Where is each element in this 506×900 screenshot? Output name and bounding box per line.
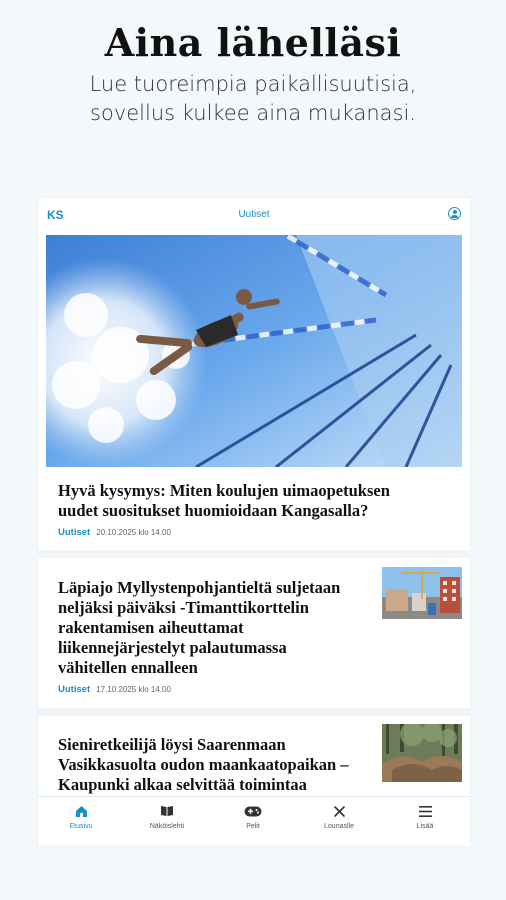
app-screen: KS Uutiset Hyvä kysymys: Miten koulujen … — [38, 198, 470, 846]
menu-icon — [382, 804, 468, 818]
home-icon — [38, 804, 124, 818]
article-3-image[interactable] — [382, 724, 462, 782]
gamepad-icon — [210, 804, 296, 818]
nav-label: Etusivu — [69, 823, 93, 830]
book-icon — [124, 804, 210, 818]
article-2-category[interactable]: Uutiset — [58, 684, 90, 695]
nav-item-nakoislehti[interactable]: Näköislehti — [124, 804, 210, 830]
article-2-headline[interactable]: Läpiajo Myllystenpohjantieltä suljetaan … — [58, 578, 358, 678]
swimmer-in-pool-illustration — [46, 235, 462, 467]
article-3-headline[interactable]: Sieniretkeilijä löysi Saarenmaan Vasikka… — [58, 735, 358, 795]
app-header: KS Uutiset — [38, 198, 470, 232]
promo-title: Aina lähelläsi — [104, 20, 402, 65]
bottom-navigation: Etusivu Näköislehti Pelit Lounaslle Lisä… — [38, 796, 470, 846]
article-2-image[interactable] — [382, 567, 462, 619]
forest-dirt-mounds-illustration — [382, 724, 462, 782]
nav-item-etusivu[interactable]: Etusivu — [38, 804, 124, 830]
nav-label: Lisää — [416, 823, 434, 830]
cutlery-icon — [296, 804, 382, 818]
promo-subtitle-line2: sovellus kulkee aina mukanasi. — [90, 101, 416, 125]
divider — [38, 708, 470, 716]
construction-site-illustration — [382, 567, 462, 619]
promo-subtitle: Lue tuoreimpia paikallisuutisia, sovellu… — [0, 70, 506, 128]
article-1-category[interactable]: Uutiset — [58, 527, 90, 538]
promo-subtitle-line1: Lue tuoreimpia paikallisuutisia, — [89, 72, 417, 96]
nav-item-lisaa[interactable]: Lisää — [382, 804, 468, 830]
nav-item-pelit[interactable]: Pelit — [210, 804, 296, 830]
article-2-meta: Uutiset 17.10.2025 klo 14.00 — [58, 684, 171, 695]
article-1-image[interactable] — [46, 235, 462, 467]
divider — [38, 550, 470, 558]
article-1-meta: Uutiset 20.10.2025 klo 14.00 — [58, 527, 171, 538]
profile-icon[interactable] — [448, 207, 461, 220]
nav-label: Pelit — [246, 823, 260, 830]
article-1-headline[interactable]: Hyvä kysymys: Miten koulujen uimaopetuks… — [58, 481, 418, 521]
article-1-date: 20.10.2025 klo 14.00 — [96, 528, 171, 537]
nav-label: Lounaslle — [324, 823, 354, 830]
article-2-date: 17.10.2025 klo 14.00 — [96, 685, 171, 694]
nav-item-lounaslle[interactable]: Lounaslle — [296, 804, 382, 830]
nav-label: Näköislehti — [149, 823, 185, 830]
app-title: Uutiset — [238, 209, 270, 220]
